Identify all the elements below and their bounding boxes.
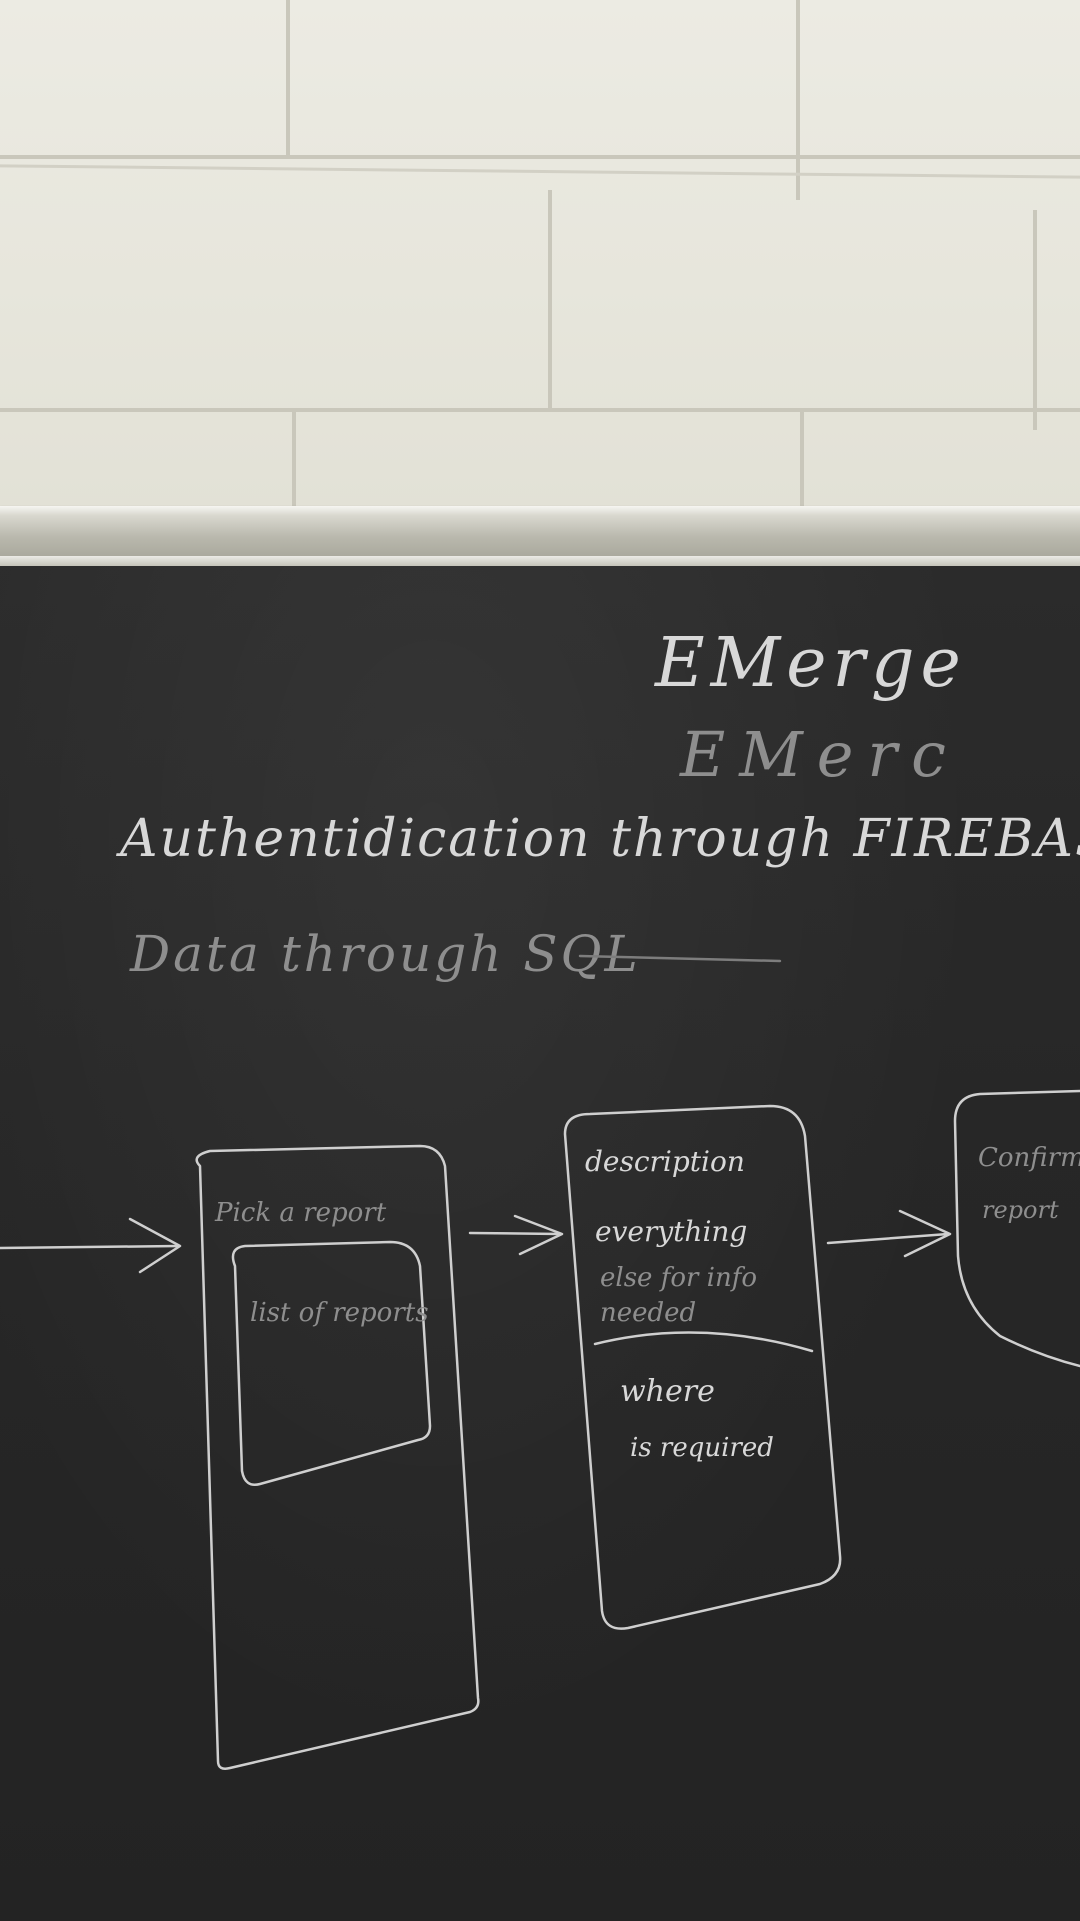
chalk-tray-lip <box>0 556 1080 566</box>
screen-1-header: Pick a report <box>214 1198 387 1228</box>
screen-3-line-2: report <box>982 1196 1059 1224</box>
screen-2-line-1: description <box>585 1145 745 1178</box>
screen-3-line-1: Confirm <box>978 1143 1080 1173</box>
arrow-1-2-icon <box>468 1214 564 1256</box>
divider <box>593 1331 814 1353</box>
title-line-1: EMerge <box>653 624 967 703</box>
data-line: Data through SQL <box>129 925 641 983</box>
screen-2-line-2: everything <box>595 1215 747 1248</box>
arrow-2-3-icon <box>826 1209 952 1258</box>
screen-2-wireframe: description everything else for info nee… <box>563 1104 842 1630</box>
chalk-drawing: EMerge EMerc Authentidication through FI… <box>0 624 1080 1770</box>
arrow-in-icon <box>0 1217 182 1274</box>
screen-2-line-6: is required <box>630 1433 774 1463</box>
screen-1-wireframe: Pick a report list of reports <box>195 1144 480 1770</box>
screen-3-wireframe: Confirm report <box>953 1089 1080 1368</box>
screen-1-list-label: list of reports <box>250 1298 429 1328</box>
screen-2-line-5: where <box>620 1374 715 1409</box>
chalk-tray <box>0 506 1080 558</box>
cinder-block-wall <box>0 0 1080 512</box>
auth-line: Authentidication through FIREBASE <box>116 809 1080 869</box>
screen-2-line-4: needed <box>600 1298 696 1328</box>
screen-2-line-3: else for info <box>600 1263 757 1293</box>
title-line-2: EMerc <box>679 718 960 791</box>
